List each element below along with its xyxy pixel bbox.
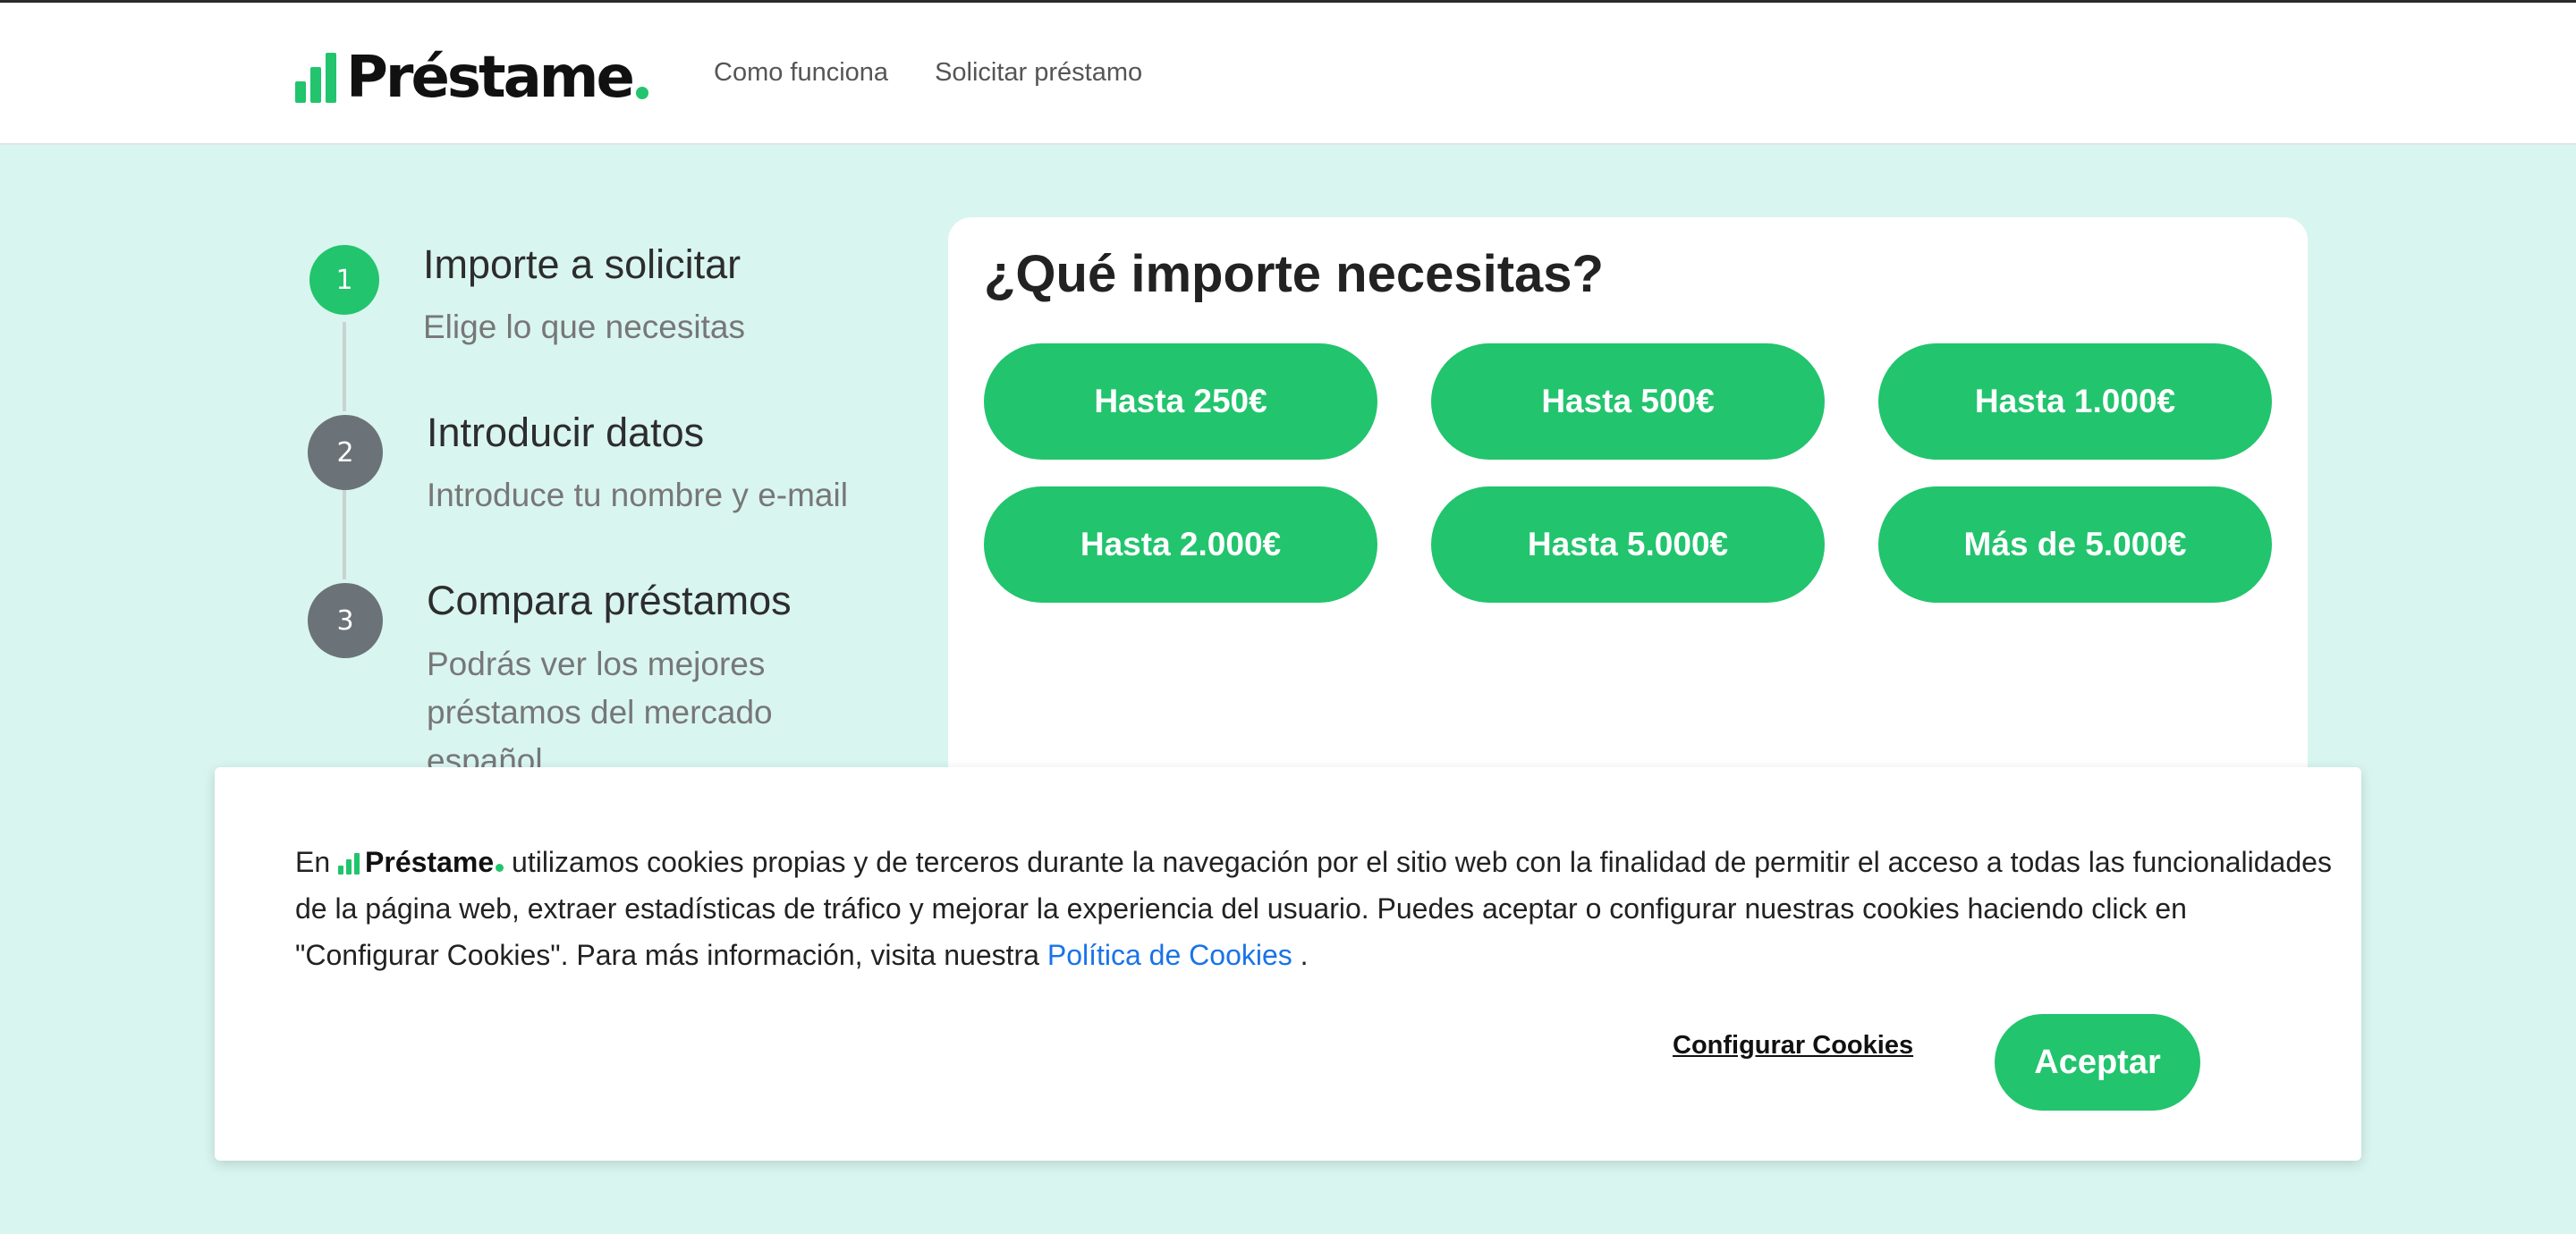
bars-icon xyxy=(295,51,341,103)
amount-option-1000[interactable]: Hasta 1.000€ xyxy=(1878,343,2272,460)
cookie-prefix: En xyxy=(295,846,331,878)
accept-cookies-button[interactable]: Aceptar xyxy=(1995,1014,2200,1111)
site-header: Préstame Como funciona Solicitar préstam… xyxy=(0,3,2576,145)
step-1-badge: 1 xyxy=(309,245,379,315)
step-2-badge: 2 xyxy=(308,415,383,490)
step-3-desc: Podrás ver los mejores préstamos del mer… xyxy=(427,646,773,779)
dot-icon xyxy=(635,87,648,99)
cookie-message: En Préstame utilizamos cookies propias y… xyxy=(295,839,2334,978)
amount-option-500[interactable]: Hasta 500€ xyxy=(1431,343,1825,460)
brand-logo[interactable]: Préstame xyxy=(295,44,648,106)
brand-name: Préstame xyxy=(346,45,635,111)
amount-card: ¿Qué importe necesitas? Hasta 250€ Hasta… xyxy=(948,217,2308,843)
step-1-desc: Elige lo que necesitas xyxy=(423,308,745,345)
step-3-badge: 3 xyxy=(308,583,383,658)
amount-title: ¿Qué importe necesitas? xyxy=(984,245,1604,303)
step-connector xyxy=(343,322,346,411)
step-1-title: Importe a solicitar xyxy=(423,241,741,287)
dot-icon xyxy=(496,864,504,872)
cookie-brand-logo: Préstame xyxy=(338,846,504,878)
amount-option-5000[interactable]: Hasta 5.000€ xyxy=(1431,486,1825,603)
cookie-body-text: utilizamos cookies propias y de terceros… xyxy=(295,846,2332,971)
amount-option-2000[interactable]: Hasta 2.000€ xyxy=(984,486,1377,603)
step-2-desc: Introduce tu nombre y e-mail xyxy=(427,477,848,513)
step-3-title: Compara préstamos xyxy=(427,578,792,623)
nav-como-funciona[interactable]: Como funciona xyxy=(714,58,888,88)
amount-option-more-5000[interactable]: Más de 5.000€ xyxy=(1878,486,2272,603)
bars-icon xyxy=(338,851,362,875)
cookie-brand-name: Préstame xyxy=(365,846,495,878)
cookie-suffix: . xyxy=(1300,939,1309,971)
cookie-policy-link[interactable]: Política de Cookies xyxy=(1047,939,1292,971)
step-2-title: Introducir datos xyxy=(427,410,705,455)
amount-option-250[interactable]: Hasta 250€ xyxy=(984,343,1377,460)
main-nav: Como funciona Solicitar préstamo xyxy=(714,58,1142,88)
nav-solicitar-prestamo[interactable]: Solicitar préstamo xyxy=(935,58,1142,88)
configure-cookies-button[interactable]: Configurar Cookies xyxy=(1673,1031,1913,1061)
cookie-banner: En Préstame utilizamos cookies propias y… xyxy=(215,767,2361,1161)
step-connector xyxy=(343,490,346,579)
